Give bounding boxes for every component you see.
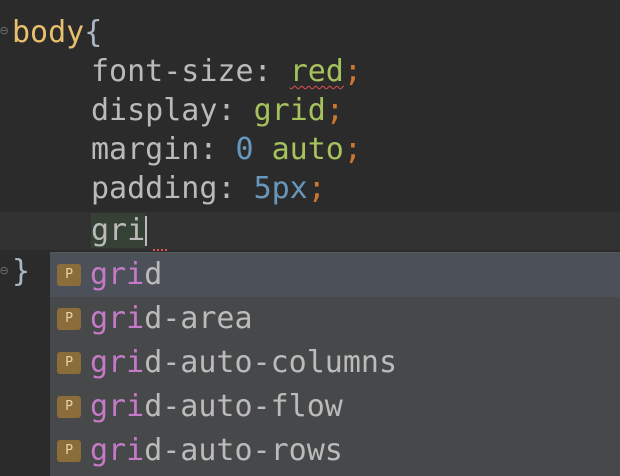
code-line-3[interactable]: display: grid;: [91, 92, 344, 130]
code-line-5[interactable]: padding: 5px;: [91, 170, 326, 208]
completion-rest: d-auto-columns: [144, 345, 398, 380]
css-value: auto: [253, 132, 344, 167]
fold-close-icon[interactable]: ⊖: [0, 264, 10, 278]
match-prefix: gri: [90, 257, 145, 292]
css-value-number: 0: [235, 132, 254, 167]
css-selector: body: [12, 15, 85, 50]
css-property: margin: [91, 132, 200, 167]
css-property: display: [91, 93, 218, 128]
semicolon: ;: [343, 54, 362, 89]
completion-rest: d-auto-rows: [144, 433, 343, 468]
text-caret: [145, 216, 148, 246]
property-badge-icon: P: [57, 264, 81, 286]
completion-rest: d: [144, 257, 163, 292]
property-badge-icon: P: [57, 308, 81, 330]
fold-open-icon[interactable]: ⊖: [0, 24, 10, 38]
code-line-1[interactable]: body{: [12, 14, 102, 52]
code-line-2[interactable]: font-size: red;: [91, 53, 362, 91]
colon: :: [217, 93, 254, 128]
css-value-number: 5px: [253, 171, 308, 206]
match-prefix: gri: [90, 433, 145, 468]
completion-label: grid-auto-columns: [90, 341, 397, 385]
code-line-4[interactable]: margin: 0 auto;: [91, 131, 362, 169]
autocomplete-popup[interactable]: P grid P grid-area P grid-auto-columns P…: [50, 252, 620, 476]
completion-item-grid[interactable]: P grid: [50, 253, 620, 297]
completion-label: grid: [90, 253, 162, 297]
completion-item-grid-auto-flow[interactable]: P grid-auto-flow: [50, 385, 620, 429]
semicolon: ;: [325, 93, 344, 128]
css-property: padding: [91, 171, 218, 206]
completion-item-grid-area[interactable]: P grid-area: [50, 297, 620, 341]
semicolon: ;: [343, 132, 362, 167]
completion-item-grid-auto-columns[interactable]: P grid-auto-columns: [50, 341, 620, 385]
code-line-7[interactable]: }: [12, 253, 30, 291]
css-property: font-size: [91, 54, 254, 89]
semicolon: ;: [307, 171, 326, 206]
property-badge-icon: P: [57, 440, 81, 462]
match-prefix: gri: [90, 389, 145, 424]
code-line-6[interactable]: gri: [91, 212, 148, 250]
typed-text: gri: [91, 213, 146, 248]
property-badge-icon: P: [57, 396, 81, 418]
completion-label: grid-auto-rows: [90, 429, 343, 473]
colon: :: [217, 171, 254, 206]
colon: :: [253, 54, 290, 89]
css-value-error: red: [289, 54, 344, 89]
match-prefix: gri: [90, 301, 145, 336]
error-squiggle: [153, 245, 167, 251]
completion-rest: d-auto-flow: [144, 389, 343, 424]
colon: :: [199, 132, 236, 167]
close-brace: }: [12, 254, 31, 289]
completion-label: grid-area: [90, 297, 253, 341]
css-value: grid: [253, 93, 326, 128]
open-brace: {: [84, 15, 103, 50]
completion-rest: d-area: [144, 301, 253, 336]
match-prefix: gri: [90, 345, 145, 380]
code-editor[interactable]: ⊖ body{ font-size: red; display: grid; m…: [0, 0, 620, 476]
completion-item-grid-auto-rows[interactable]: P grid-auto-rows: [50, 429, 620, 473]
completion-label: grid-auto-flow: [90, 385, 343, 429]
property-badge-icon: P: [57, 352, 81, 374]
